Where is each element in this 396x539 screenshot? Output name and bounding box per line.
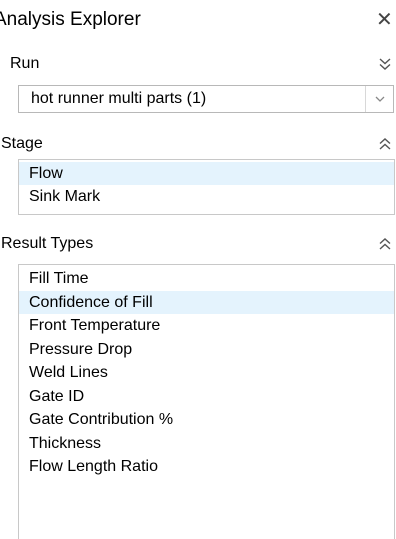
- run-select-value: hot runner multi parts (1): [31, 90, 207, 107]
- stage-section-header[interactable]: Stage: [0, 133, 396, 155]
- result-item-thickness[interactable]: Thickness: [19, 432, 394, 456]
- result-item-weld-lines[interactable]: Weld Lines: [19, 361, 394, 385]
- double-chevron-up-icon[interactable]: [378, 237, 392, 251]
- run-label: Run: [10, 55, 40, 72]
- result-item-confidence-of-fill[interactable]: Confidence of Fill: [19, 290, 394, 314]
- close-icon[interactable]: ✕: [376, 9, 393, 31]
- result-types-section-header[interactable]: Result Types: [0, 233, 396, 255]
- result-item-gate-contribution[interactable]: Gate Contribution %: [19, 408, 394, 432]
- chevron-down-icon: [375, 96, 385, 102]
- run-select[interactable]: hot runner multi parts (1): [18, 85, 394, 113]
- double-chevron-up-icon[interactable]: [378, 137, 392, 151]
- result-item-pressure-drop[interactable]: Pressure Drop: [19, 338, 394, 362]
- result-item-flow-length-ratio[interactable]: Flow Length Ratio: [19, 455, 394, 479]
- panel-title: Analysis Explorer: [0, 9, 141, 30]
- result-types-list: Fill Time Confidence of Fill Front Tempe…: [18, 264, 395, 539]
- stage-label: Stage: [1, 135, 43, 152]
- run-dropdown-button[interactable]: [365, 86, 393, 112]
- result-item-gate-id[interactable]: Gate ID: [19, 385, 394, 409]
- stage-item-flow[interactable]: Flow: [19, 162, 394, 185]
- double-chevron-down-icon[interactable]: [378, 57, 392, 71]
- result-item-fill-time[interactable]: Fill Time: [19, 267, 394, 291]
- result-types-label: Result Types: [1, 235, 94, 252]
- stage-list: Flow Sink Mark: [18, 159, 395, 215]
- run-section-header[interactable]: Run: [0, 53, 396, 75]
- stage-item-sink-mark[interactable]: Sink Mark: [19, 185, 394, 208]
- result-item-front-temperature[interactable]: Front Temperature: [19, 314, 394, 338]
- analysis-explorer-panel: Analysis Explorer ✕ Run hot runner multi…: [0, 0, 396, 539]
